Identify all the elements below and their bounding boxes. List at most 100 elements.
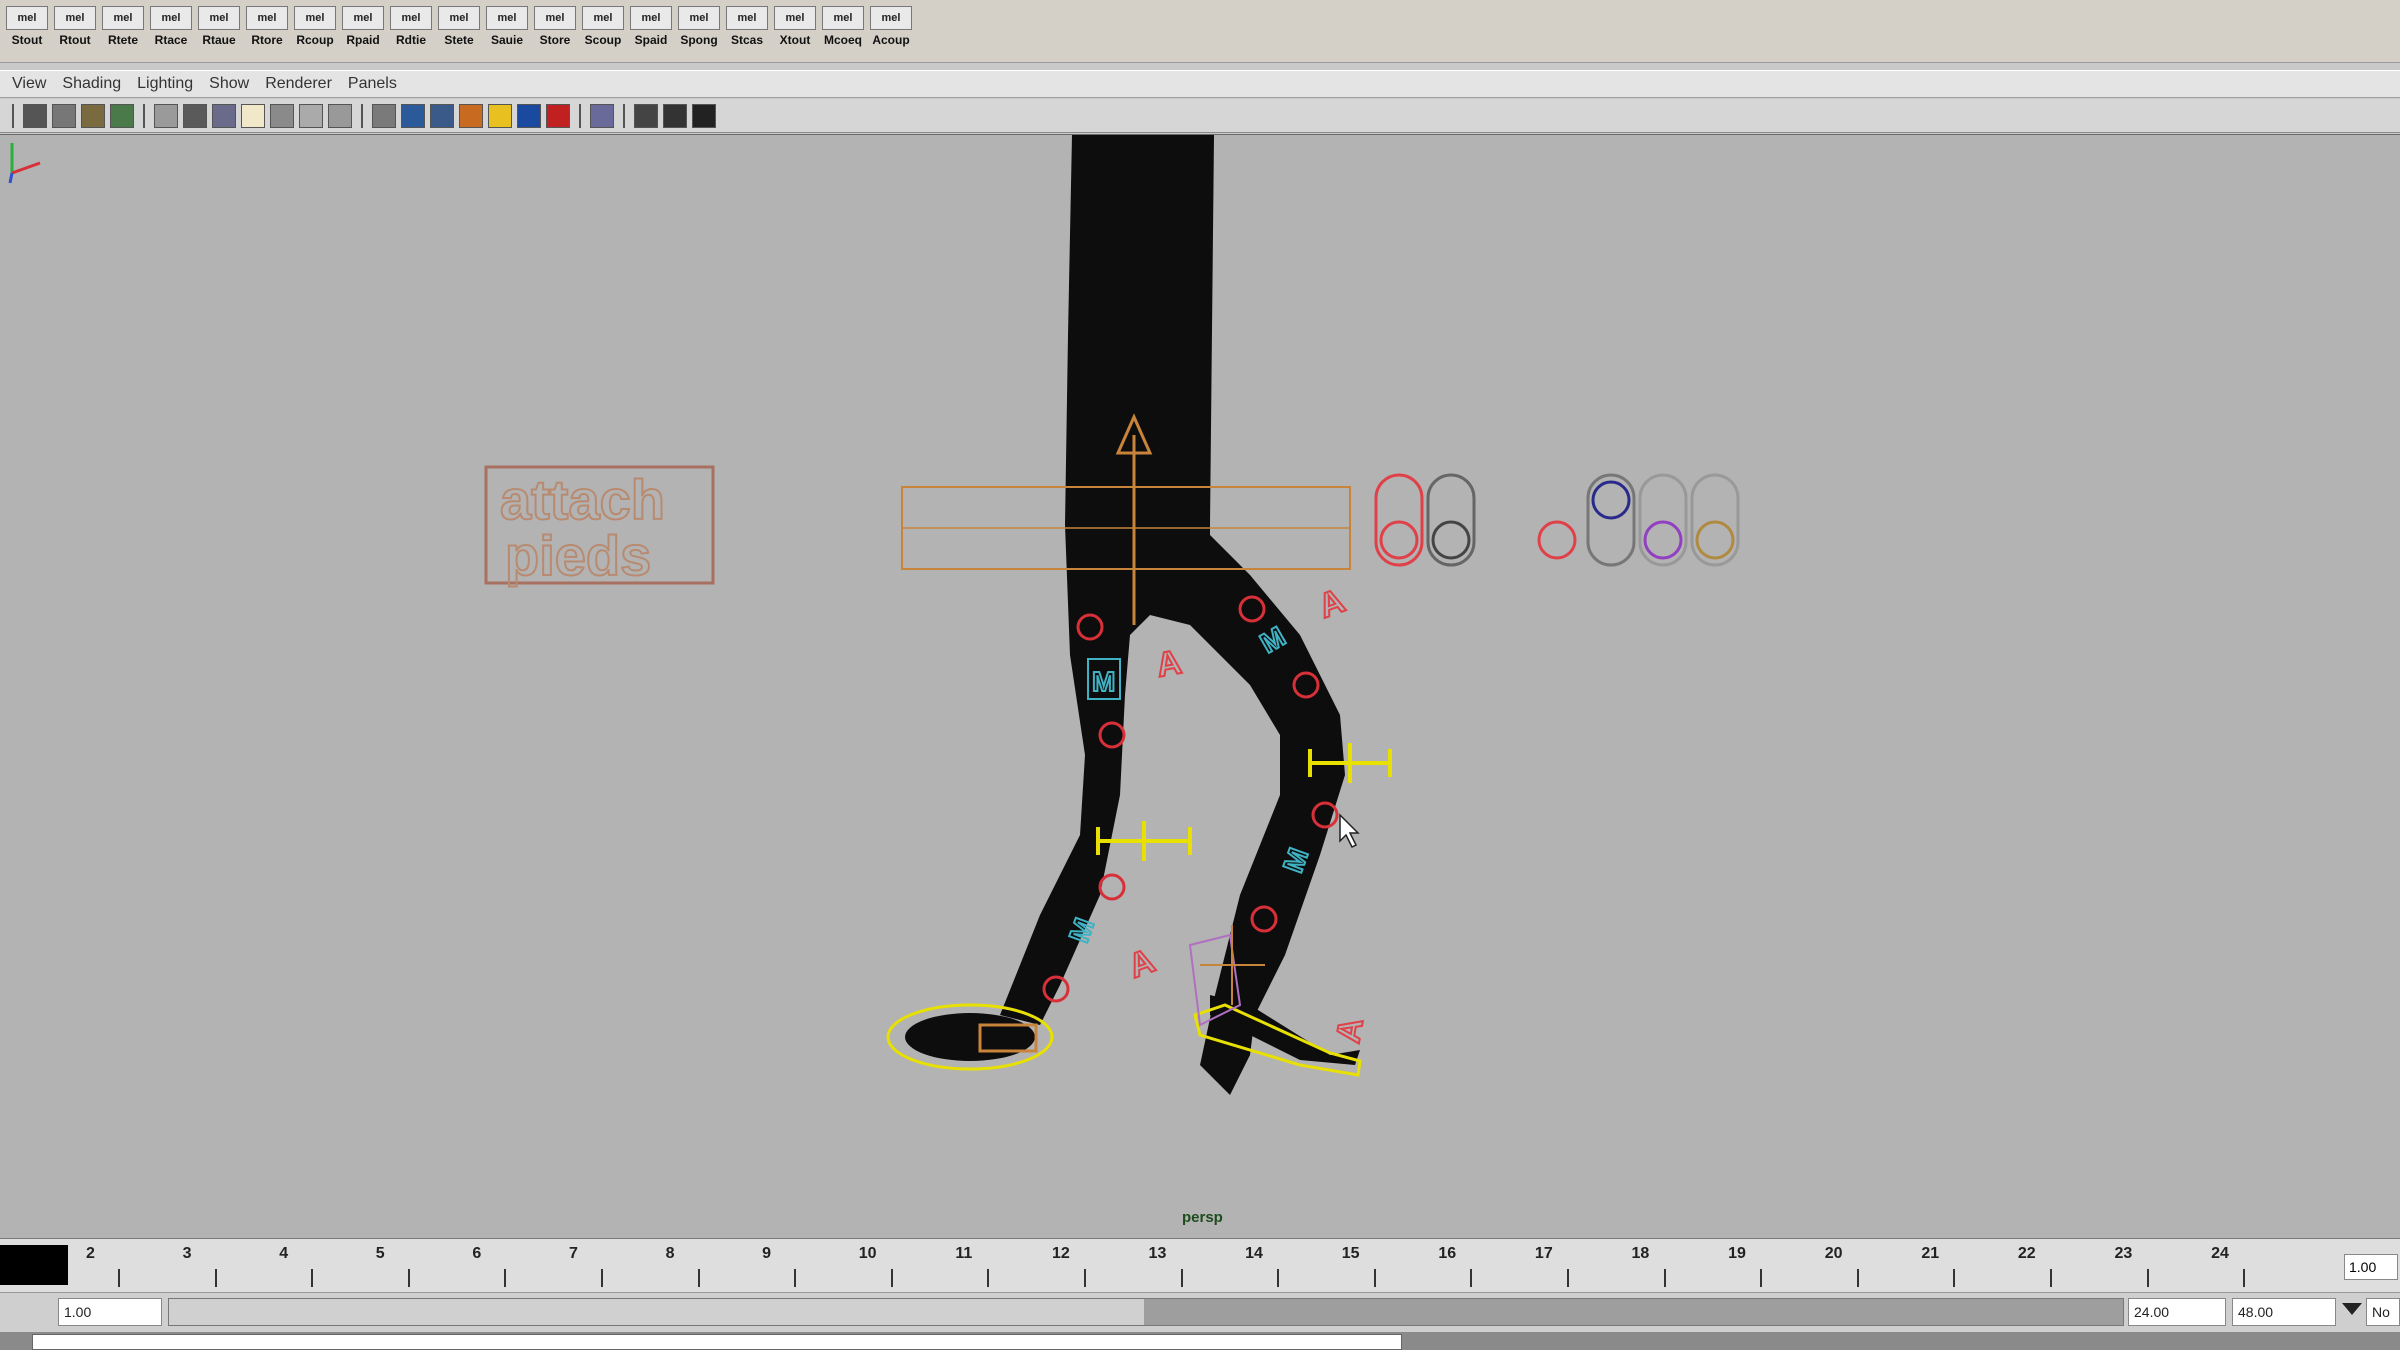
hud-icon[interactable]: [634, 103, 658, 128]
frame-number: 18: [1631, 1245, 1650, 1262]
range-start-field[interactable]: 1.00: [58, 1298, 162, 1326]
mel-script-icon: mel: [870, 6, 912, 30]
shelf-button[interactable]: mel Rdtie: [388, 6, 434, 58]
frame-number: 17: [1534, 1245, 1553, 1262]
shelf-button[interactable]: mel Spong: [676, 6, 722, 58]
left-foot: [905, 1013, 1035, 1061]
toolbar-divider: [143, 103, 145, 128]
option-field[interactable]: No: [2366, 1298, 2400, 1326]
shelf-button[interactable]: mel Xtout: [772, 6, 818, 58]
attach-pieds-sign[interactable]: attach pieds: [484, 465, 715, 588]
shaded-wireframe-icon[interactable]: [328, 103, 352, 128]
frame-number: 10: [858, 1245, 877, 1262]
shelf-button[interactable]: mel Mcoeq: [820, 6, 866, 58]
shelf-button-label: Store: [539, 33, 571, 47]
shelf-button[interactable]: mel Rtace: [148, 6, 194, 58]
mel-script-icon: mel: [390, 6, 432, 30]
viewport-scene: attach pieds M M M M A A A A: [484, 135, 1740, 1095]
frame-tick: [987, 1269, 990, 1287]
knee-controls[interactable]: [1096, 743, 1392, 861]
current-frame-marker[interactable]: [0, 1245, 68, 1285]
shelf-button[interactable]: mel Rcoup: [292, 6, 338, 58]
mel-script-icon: mel: [342, 6, 384, 30]
frame-tick: [1373, 1269, 1376, 1287]
use-all-lights-icon[interactable]: [430, 103, 454, 128]
shelf-button[interactable]: mel Spaid: [628, 6, 674, 58]
panel-toolbar: [0, 99, 2400, 133]
two-pane-icon[interactable]: [663, 103, 687, 128]
menu-view[interactable]: View: [12, 75, 46, 93]
frame-number: 20: [1824, 1245, 1843, 1262]
end-time-field[interactable]: 48.00: [2232, 1298, 2336, 1326]
shelf-button[interactable]: mel Stcas: [724, 6, 770, 58]
shelf-button[interactable]: mel Stout: [4, 6, 50, 58]
frame-tick: [794, 1269, 797, 1287]
resolution-gate-icon[interactable]: [212, 103, 236, 128]
shelf-button-label: Rtete: [107, 33, 138, 47]
range-handle[interactable]: [169, 1299, 1144, 1325]
use-default-light-icon[interactable]: [401, 103, 425, 128]
mel-script-icon: mel: [822, 6, 864, 30]
frame-tick: [2049, 1269, 2052, 1287]
frame-tick: [1856, 1269, 1859, 1287]
mel-script-icon: mel: [774, 6, 816, 30]
shelf-button[interactable]: mel Acoup: [868, 6, 914, 58]
safe-action-icon[interactable]: [241, 103, 265, 128]
sign-line-1: attach: [500, 468, 665, 531]
frame-tick: [407, 1269, 410, 1287]
textured-icon[interactable]: [372, 103, 396, 128]
smooth-shade-icon[interactable]: [299, 103, 323, 128]
range-track[interactable]: [168, 1298, 2124, 1326]
perspective-viewport[interactable]: attach pieds M M M M A A A A persp: [0, 134, 2400, 1239]
shelf-button[interactable]: mel Sauie: [484, 6, 530, 58]
frame-tick: [1760, 1269, 1763, 1287]
command-input[interactable]: [32, 1334, 1402, 1350]
shadows-icon[interactable]: [459, 103, 483, 128]
isolate-select-icon[interactable]: [590, 103, 614, 128]
shelf-button[interactable]: mel Rtout: [52, 6, 98, 58]
mel-script-icon: mel: [582, 6, 624, 30]
shelf-button[interactable]: mel Stete: [436, 6, 482, 58]
bookmark-icon[interactable]: [81, 103, 105, 128]
current-time-field[interactable]: 1.00: [2344, 1254, 2398, 1280]
time-ticks: 2 3 4 5 6 7 8 9 10 11 12 13 14 15 16 17 18 19 20 21 22 23 24: [70, 1239, 2340, 1293]
xray-joints-icon[interactable]: [546, 103, 570, 128]
select-camera-icon[interactable]: [23, 103, 47, 128]
wireframe-icon[interactable]: [270, 103, 294, 128]
xray-icon[interactable]: [517, 103, 541, 128]
menu-renderer[interactable]: Renderer: [265, 75, 332, 93]
range-end-field[interactable]: 24.00: [2128, 1298, 2226, 1326]
time-slider[interactable]: 2 3 4 5 6 7 8 9 10 11 12 13 14 15 16 17 18 19 20 21 22 23 24 1…: [0, 1238, 2400, 1293]
frame-tick: [1083, 1269, 1086, 1287]
image-plane-icon[interactable]: [110, 103, 134, 128]
menu-lighting[interactable]: Lighting: [137, 75, 193, 93]
frame-tick: [1663, 1269, 1666, 1287]
frame-tick: [504, 1269, 507, 1287]
shelf-button[interactable]: mel Rtore: [244, 6, 290, 58]
menu-panels[interactable]: Panels: [348, 75, 397, 93]
shelf-button[interactable]: mel Rtaue: [196, 6, 242, 58]
frame-number: 22: [2017, 1245, 2036, 1262]
frame-tick: [600, 1269, 603, 1287]
frame-number: 7: [568, 1245, 578, 1262]
camera-attributes-icon[interactable]: [52, 103, 76, 128]
menu-show[interactable]: Show: [209, 75, 249, 93]
shelf-button[interactable]: mel Rpaid: [340, 6, 386, 58]
menu-shading[interactable]: Shading: [62, 75, 121, 93]
grid-icon[interactable]: [154, 103, 178, 128]
shelf-button[interactable]: mel Scoup: [580, 6, 626, 58]
mel-script-icon: mel: [486, 6, 528, 30]
mel-script-icon: mel: [102, 6, 144, 30]
toolbar-divider: [579, 103, 581, 128]
shelf-button[interactable]: mel Store: [532, 6, 578, 58]
frame-number: 24: [2211, 1245, 2229, 1262]
switch-controls[interactable]: [1374, 473, 1740, 567]
graph-editor-icon[interactable]: [692, 103, 716, 128]
chevron-down-icon[interactable]: [2342, 1303, 2362, 1315]
light-bulb-icon[interactable]: [488, 103, 512, 128]
frame-number: 6: [472, 1245, 482, 1262]
shelf-button[interactable]: mel Rtete: [100, 6, 146, 58]
shelf-button-label: Stcas: [730, 33, 764, 47]
shelf-button-label: Stete: [444, 33, 474, 47]
film-gate-icon[interactable]: [183, 103, 207, 128]
